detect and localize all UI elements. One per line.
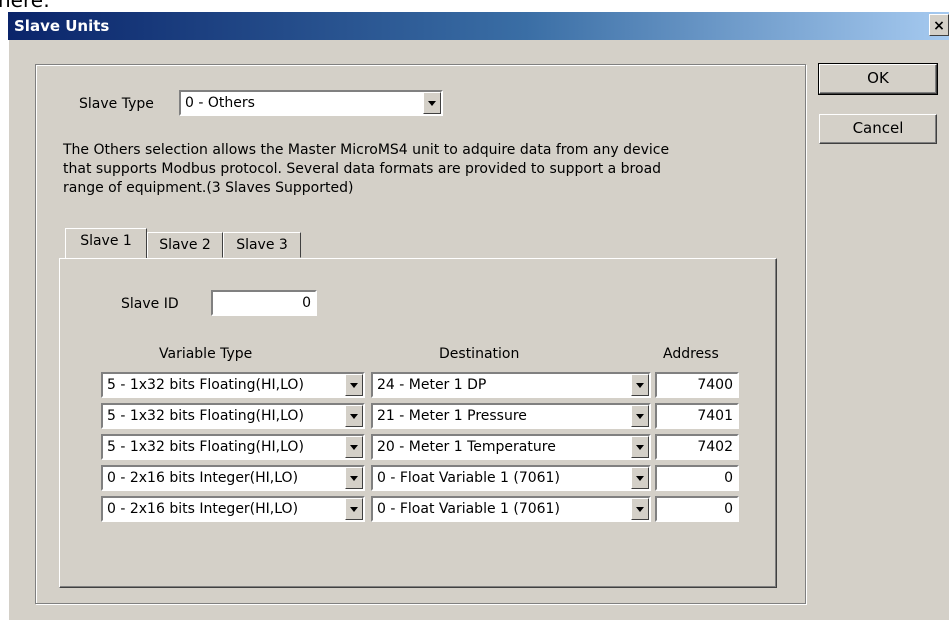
- slave-type-label: Slave Type: [79, 96, 154, 112]
- title-bar: Slave Units ×: [8, 12, 949, 40]
- dropdown-arrow-icon[interactable]: [631, 467, 649, 489]
- close-button[interactable]: ×: [929, 14, 949, 36]
- dropdown-arrow-icon[interactable]: [631, 436, 649, 458]
- slave-type-value: 0 - Others: [185, 95, 255, 111]
- variable-type-value: 5 - 1x32 bits Floating(HI,LO): [107, 439, 304, 455]
- slave-id-field[interactable]: 0: [211, 290, 317, 316]
- header-destination: Destination: [439, 346, 520, 362]
- tab-slave-2[interactable]: Slave 2: [147, 232, 223, 258]
- dropdown-arrow-icon[interactable]: [345, 374, 363, 396]
- dropdown-arrow-icon[interactable]: [423, 92, 441, 114]
- variable-type-value: 0 - 2x16 bits Integer(HI,LO): [107, 470, 299, 486]
- background-text-fragment: nere:: [0, 0, 949, 12]
- cancel-button[interactable]: Cancel: [819, 114, 937, 144]
- destination-value: 0 - Float Variable 1 (7061): [377, 470, 560, 486]
- destination-select[interactable]: 20 - Meter 1 Temperature: [371, 434, 651, 460]
- destination-value: 0 - Float Variable 1 (7061): [377, 501, 560, 517]
- description-line-2: that supports Modbus protocol. Several d…: [63, 161, 662, 177]
- dropdown-arrow-icon[interactable]: [631, 498, 649, 520]
- address-field[interactable]: 7400: [655, 372, 739, 398]
- variable-type-value: 0 - 2x16 bits Integer(HI,LO): [107, 501, 299, 517]
- dropdown-arrow-icon[interactable]: [631, 405, 649, 427]
- destination-value: 21 - Meter 1 Pressure: [377, 408, 527, 424]
- variable-type-select[interactable]: 5 - 1x32 bits Floating(HI,LO): [101, 434, 365, 460]
- variable-type-select[interactable]: 0 - 2x16 bits Integer(HI,LO): [101, 496, 365, 522]
- variable-type-select[interactable]: 5 - 1x32 bits Floating(HI,LO): [101, 372, 365, 398]
- slave-units-dialog: OK Cancel Slave Type 0 - Others The Othe…: [8, 40, 949, 620]
- dropdown-arrow-icon[interactable]: [631, 374, 649, 396]
- variable-type-select[interactable]: 0 - 2x16 bits Integer(HI,LO): [101, 465, 365, 491]
- address-field[interactable]: 7402: [655, 434, 739, 460]
- destination-select[interactable]: 21 - Meter 1 Pressure: [371, 403, 651, 429]
- variable-type-select[interactable]: 5 - 1x32 bits Floating(HI,LO): [101, 403, 365, 429]
- slave-id-label: Slave ID: [121, 296, 179, 312]
- destination-select[interactable]: 24 - Meter 1 DP: [371, 372, 651, 398]
- destination-select[interactable]: 0 - Float Variable 1 (7061): [371, 496, 651, 522]
- dropdown-arrow-icon[interactable]: [345, 467, 363, 489]
- address-field[interactable]: 0: [655, 465, 739, 491]
- description-line-1: The Others selection allows the Master M…: [63, 142, 670, 158]
- address-field[interactable]: 7401: [655, 403, 739, 429]
- destination-select[interactable]: 0 - Float Variable 1 (7061): [371, 465, 651, 491]
- variable-type-value: 5 - 1x32 bits Floating(HI,LO): [107, 377, 304, 393]
- address-field[interactable]: 0: [655, 496, 739, 522]
- tab-slave-1[interactable]: Slave 1: [65, 228, 147, 258]
- ok-button[interactable]: OK: [818, 63, 938, 95]
- destination-value: 24 - Meter 1 DP: [377, 377, 487, 393]
- dropdown-arrow-icon[interactable]: [345, 405, 363, 427]
- header-address: Address: [663, 346, 719, 362]
- header-variable-type: Variable Type: [159, 346, 253, 362]
- tab-slave-3[interactable]: Slave 3: [223, 232, 301, 258]
- dropdown-arrow-icon[interactable]: [345, 498, 363, 520]
- destination-value: 20 - Meter 1 Temperature: [377, 439, 556, 455]
- dropdown-arrow-icon[interactable]: [345, 436, 363, 458]
- window-title: Slave Units: [14, 17, 110, 35]
- slave-type-select[interactable]: 0 - Others: [179, 90, 443, 116]
- variable-type-value: 5 - 1x32 bits Floating(HI,LO): [107, 408, 304, 424]
- description-line-3: range of equipment.(3 Slaves Supported): [63, 180, 354, 196]
